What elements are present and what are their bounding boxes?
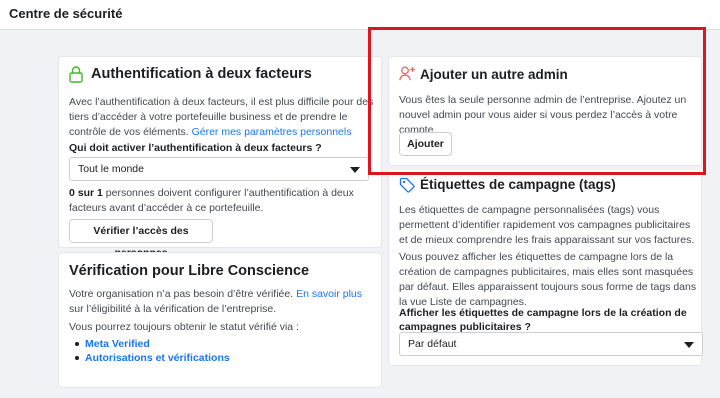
two-factor-question: Qui doit activer l’authentification à de… [69,142,322,154]
highlight-box [368,27,706,175]
check-access-button[interactable]: Vérifier l’accès des personnes [69,219,213,259]
tag-icon [399,177,415,198]
authorizations-link[interactable]: Autorisations et vérifications [85,352,230,364]
page-title: Centre de sécurité [9,6,123,21]
campaign-tags-question: Afficher les étiquettes de campagne lors… [399,307,687,333]
two-factor-select-value: Tout le monde [78,163,144,175]
two-factor-title: Authentification à deux facteurs [91,66,312,82]
list-item: Meta Verified [71,337,230,351]
campaign-tags-select[interactable]: Par défaut [399,332,703,356]
campaign-tags-para1: Les étiquettes de campagne personnalisée… [399,204,695,246]
two-factor-card: Authentification à deux facteurs Avec l’… [58,56,382,259]
chevron-down-icon [350,167,360,173]
chevron-down-icon [684,342,694,348]
campaign-tags-select-value: Par défaut [408,338,457,350]
learn-more-link[interactable]: En savoir plus [296,288,362,300]
two-factor-count: 0 sur 1 personnes doivent configurer l’a… [69,187,354,214]
lock-icon [69,66,83,88]
campaign-tags-title: Étiquettes de campagne (tags) [420,177,616,192]
verification-options-list: Meta Verified Autorisations et vérificat… [71,337,230,365]
campaign-tags-card: Étiquettes de campagne (tags) Les étique… [388,170,703,366]
verification-description: Votre organisation n’a pas besoin d’être… [69,288,363,315]
meta-verified-link[interactable]: Meta Verified [85,338,150,350]
manage-settings-link[interactable]: Gérer mes paramètres personnels [192,126,352,138]
verification-title: Vérification pour Libre Conscience [69,263,310,279]
campaign-tags-para2: Vous pouvez afficher les étiquettes de c… [399,251,697,308]
two-factor-select[interactable]: Tout le monde [69,157,369,181]
top-bar: Centre de sécurité [0,0,720,30]
verification-status-text: Vous pourrez toujours obtenir le statut … [69,321,299,333]
two-factor-description: Avec l’authentification à deux facteurs,… [69,96,374,138]
verification-card: Vérification pour Libre Conscience Votre… [58,252,382,388]
list-item: Autorisations et vérifications [71,351,230,365]
